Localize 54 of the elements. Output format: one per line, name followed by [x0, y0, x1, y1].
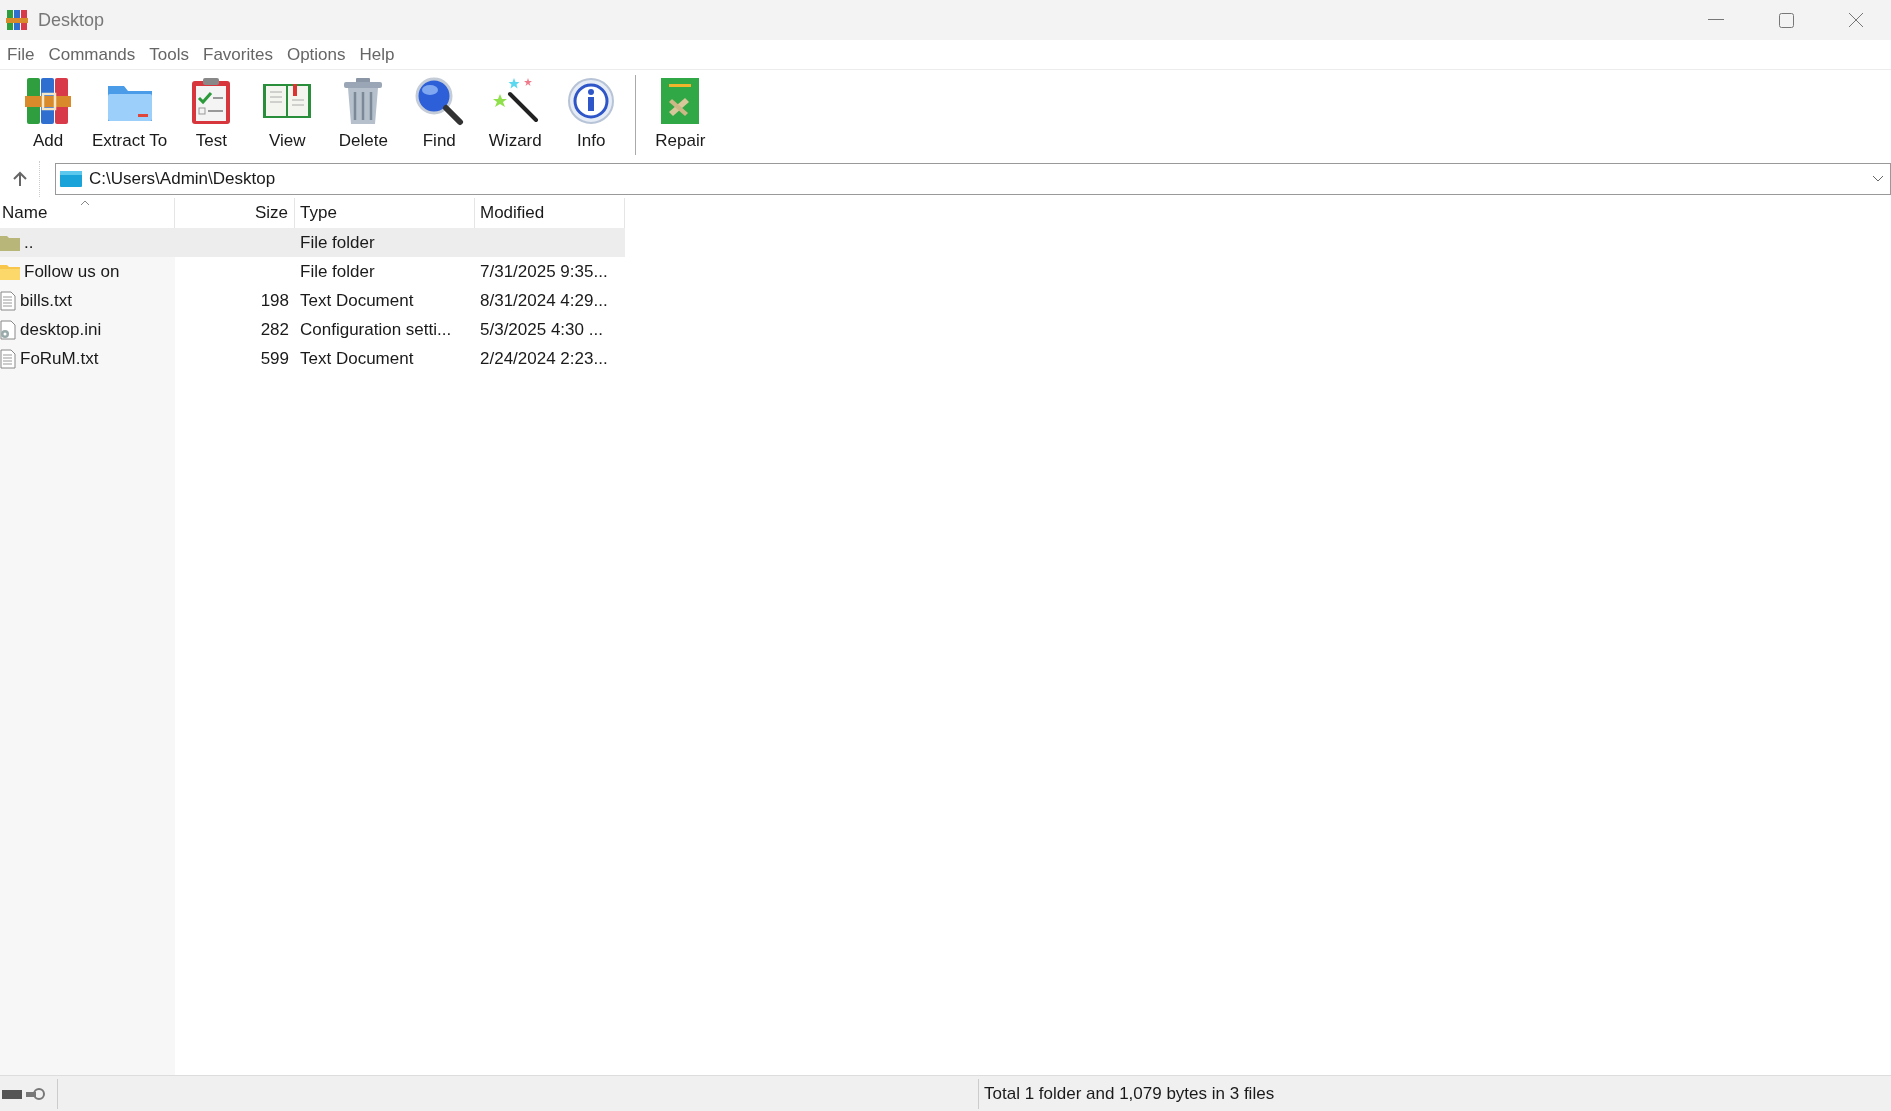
file-modified: 7/31/2025 9:35...	[480, 261, 608, 281]
up-arrow-icon	[12, 171, 27, 187]
menu-item[interactable]: File	[0, 41, 42, 68]
file-type: File folder	[300, 232, 375, 252]
file-row[interactable]: Follow us on File folder 7/31/2025 9:35...	[0, 257, 625, 286]
file-modified: 2/24/2024 2:23...	[480, 348, 608, 368]
toolbar-button[interactable]: Delete	[325, 76, 402, 154]
file-row[interactable]: .. File folder	[0, 228, 625, 257]
file-size: 198	[260, 290, 289, 310]
books-icon	[23, 76, 73, 127]
window-title: Desktop	[38, 8, 105, 32]
maximize-icon	[1778, 12, 1794, 28]
file-row[interactable]: FoRuM.txt 599 Text Document 2/24/2024 2:23...	[0, 344, 625, 373]
menu-item[interactable]: Favorites	[196, 41, 280, 68]
file-size: 599	[260, 348, 289, 368]
menu-item[interactable]: Commands	[41, 41, 143, 68]
toolbar-button[interactable]: Wizard	[477, 76, 554, 154]
toolbar-button[interactable]: Repair	[642, 76, 719, 154]
toolbar-button[interactable]: View	[249, 76, 326, 154]
file-type: Text Document	[300, 348, 414, 368]
folder-icon	[0, 234, 20, 251]
menu-item[interactable]: Options	[279, 41, 353, 68]
file-size: 282	[260, 319, 289, 339]
file-type: Configuration setti...	[300, 319, 452, 339]
file-modified: 8/31/2024 4:29...	[480, 290, 608, 310]
menu-item[interactable]: Help	[352, 41, 402, 68]
keyboard-key-icon	[1, 1085, 45, 1102]
file-type: Text Document	[300, 290, 414, 310]
file-type: File folder	[300, 261, 375, 281]
dropdown-caret-icon	[1872, 175, 1884, 183]
address-path: C:\Users\Admin\Desktop	[89, 168, 276, 191]
status-text: Total 1 folder and 1,079 bytes in 3 files	[984, 1082, 1275, 1105]
file-name: ..	[24, 231, 34, 254]
file-name: FoRuM.txt	[20, 347, 99, 370]
drive-icon	[59, 170, 83, 188]
close-icon	[1848, 12, 1864, 28]
toolbar-button[interactable]: Info	[553, 76, 630, 154]
file-row[interactable]: bills.txt 198 Text Document 8/31/2024 4:29...	[0, 286, 625, 315]
info-icon	[566, 76, 617, 127]
file-name: bills.txt	[20, 289, 72, 312]
file-name: Follow us on	[24, 260, 120, 283]
toolbar-button[interactable]: Extract To	[86, 76, 174, 154]
minimize-icon	[1708, 19, 1724, 21]
toolbar-button[interactable]: Test	[173, 76, 250, 154]
toolbar-button[interactable]: Find	[401, 76, 478, 154]
app-icon	[6, 9, 28, 31]
menu-item[interactable]: Tools	[142, 41, 196, 68]
toolbar-button[interactable]: Add	[10, 76, 86, 154]
address-field[interactable]: C:\Users\Admin\Desktop	[55, 163, 1891, 195]
file-row[interactable]: desktop.ini 282 Configuration setti... 5/3/2025 4:30 ...	[0, 315, 625, 344]
sort-ascending-icon	[80, 200, 90, 206]
file-modified: 5/3/2025 4:30 ...	[480, 319, 603, 339]
magnifier-icon	[414, 76, 465, 127]
file-name: desktop.ini	[20, 318, 102, 341]
